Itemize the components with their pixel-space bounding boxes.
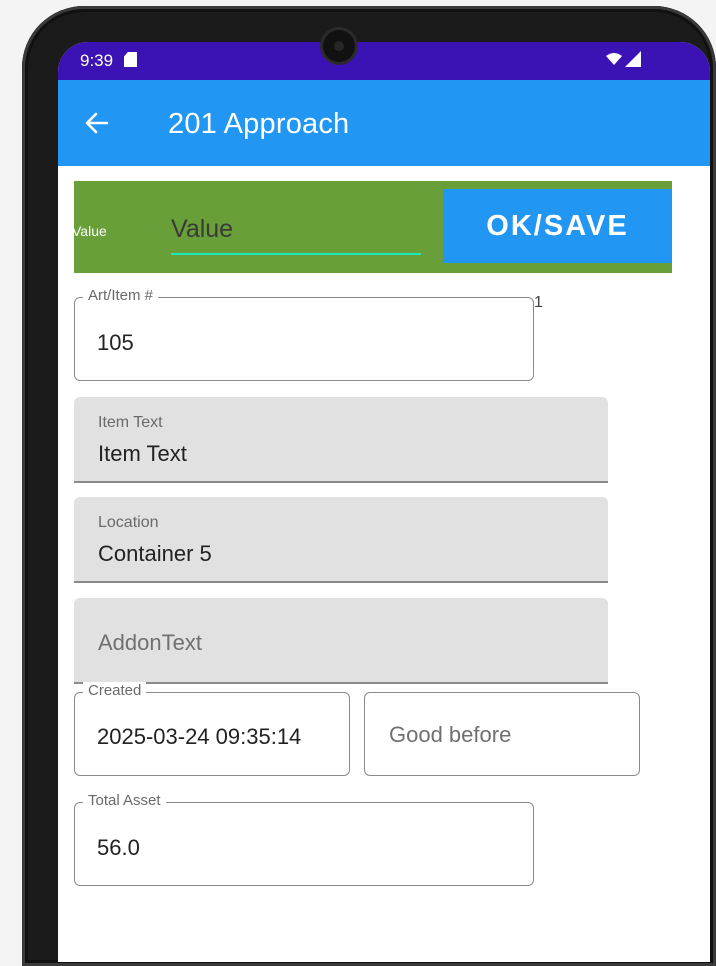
ok-save-button[interactable]: OK/SAVE [443, 189, 672, 263]
signal-icon [625, 51, 641, 67]
addon-text-field[interactable]: AddonText [74, 598, 608, 684]
status-time: 9:39 [80, 51, 114, 70]
created-value: 2025-03-24 09:35:14 [97, 724, 302, 749]
item-text-field[interactable]: Item Text Item Text [74, 397, 608, 483]
created-label: Created [83, 682, 147, 699]
item-text-value: Item Text [98, 441, 187, 466]
front-camera [323, 30, 355, 62]
art-item-label: Art/Item # [83, 287, 159, 304]
sd-card-icon [124, 52, 137, 67]
total-asset-field[interactable]: Total Asset 56.0 [74, 792, 534, 886]
location-value: Container 5 [98, 541, 212, 566]
item-text-label: Item Text [98, 414, 163, 431]
total-asset-value: 56.0 [97, 835, 140, 860]
phone-frame: 9:39 201 Approach Value OK/SAVE Art/Item… [22, 6, 716, 966]
status-bar: 9:39 [58, 42, 710, 80]
wifi-icon [606, 53, 622, 65]
page-title: 201 Approach [168, 108, 350, 140]
value-input[interactable] [171, 201, 421, 255]
art-item-field[interactable]: Art/Item # 105 [74, 287, 534, 381]
location-field[interactable]: Location Container 5 [74, 497, 608, 583]
total-asset-label: Total Asset [83, 792, 166, 809]
created-field[interactable]: Created 2025-03-24 09:35:14 [74, 682, 350, 776]
addon-text-placeholder: AddonText [98, 630, 202, 655]
value-entry-bar: Value OK/SAVE [72, 181, 672, 273]
good-before-field[interactable]: Good before [364, 692, 640, 776]
location-label: Location [98, 514, 159, 531]
arrow-left-icon[interactable] [85, 112, 109, 134]
good-before-placeholder: Good before [389, 722, 512, 747]
art-item-value: 105 [97, 330, 134, 355]
art-item-counter: 1 [534, 294, 543, 311]
app-bar: 201 Approach [58, 80, 710, 166]
value-label: Value [72, 223, 107, 239]
phone-screen: 9:39 201 Approach Value OK/SAVE Art/Item… [58, 42, 710, 962]
